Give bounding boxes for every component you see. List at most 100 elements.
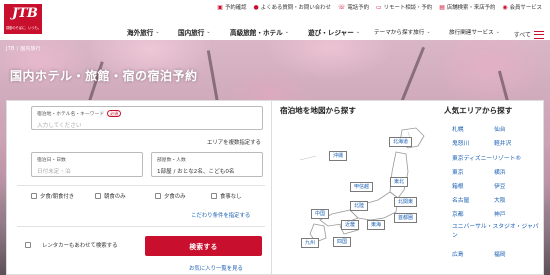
store-search-link[interactable]: ▤ 店舗検索・来店予約 [439,3,495,12]
separator [17,185,265,186]
map-honshu-north-shape [389,151,409,199]
panel-divider [271,101,272,275]
region-chugoku[interactable]: 中国 [311,209,330,219]
nav-overseas[interactable]: 海外旅行 ⌄ [127,27,160,37]
rooms-value: 1部屋 / おとな2名、こども0名 [157,169,235,175]
chevron-down-icon: ⌄ [284,29,289,35]
menu-button[interactable]: すべて [514,30,544,39]
store-icon: ▤ [439,3,445,11]
region-koshinetsu[interactable]: 甲信越 [350,182,374,192]
area-kinugawa[interactable]: 鬼怒川 [452,138,469,147]
rental-car-option[interactable]: レンタカーもあわせて検索する [25,241,117,249]
util-label: 会員サービス [509,5,542,11]
rooms-field[interactable]: 部屋数・人数 1部屋 / おとな2名、こども0名 [151,152,263,177]
region-shikoku[interactable]: 四国 [333,237,352,247]
region-okinawa[interactable]: 沖縄 [329,151,348,161]
chevron-down-icon: ⌄ [206,29,211,35]
area-hakone[interactable]: 箱根 [452,181,464,190]
nav-label: 遊び・レジャー [308,29,354,37]
member-service-link[interactable]: ◉ 会員サービス [502,3,542,12]
meal-option-dinner[interactable]: 夕食のみ [155,192,186,200]
area-tokyo[interactable]: 東京 [452,167,464,176]
area-karuizawa[interactable]: 軽井沢 [494,138,511,147]
page-title: 国内ホテル・旅館・宿の宿泊予約 [10,69,198,83]
monitor-icon: ▭ [375,3,382,11]
meal-label: 食事なし [220,194,242,200]
breadcrumb[interactable]: JTB ⟩ 国内旅行 [6,45,41,52]
detail-conditions-link[interactable]: こだわり条件を指定する [191,211,250,219]
area-kobe[interactable]: 神戸 [494,209,506,218]
region-hokkaido[interactable]: 北海道 [389,137,413,147]
faq-link[interactable]: ● よくある質問・お問い合わせ [253,3,331,12]
region-kyushu[interactable]: 九州 [301,238,320,248]
area-sapporo[interactable]: 札幌 [452,124,464,133]
keyword-placeholder: 入力してください [37,123,82,129]
area-sendai[interactable]: 仙台 [494,124,506,133]
region-tokai[interactable]: 東海 [367,220,386,230]
favorites-link[interactable]: お気に入り一覧を見る [189,264,243,272]
nav-luxury[interactable]: 高級旅館・ホテル ⌄ [230,27,289,37]
util-label: リモート相談・予約 [383,5,433,11]
checkbox[interactable] [211,193,217,199]
menu-label: すべて [513,32,531,39]
meal-label: 朝食のみ [104,194,126,200]
multi-area-link[interactable]: エリアを複数指定する [207,138,261,146]
phone-icon: ☏ [337,3,346,11]
date-field[interactable]: 宿泊日・日数 日付未定・泊 [31,152,143,177]
nav-leisure[interactable]: 遊び・レジャー ⌄ [308,27,360,37]
reservation-check-link[interactable]: ▣ 予約確認 [217,3,247,12]
region-shutoken[interactable]: 首都圏 [394,213,418,223]
search-button[interactable]: 検索する [145,236,262,256]
meal-option-none[interactable]: 食事なし [211,192,242,200]
nav-services[interactable]: 旅行関連サービス ⌄ [449,28,500,36]
area-usj[interactable]: ユニバーサル・スタジオ・ジャパン [452,223,540,241]
meal-option-breakfast[interactable]: 朝食のみ [95,192,126,200]
area-fukuoka[interactable]: 福岡 [494,249,506,258]
date-label: 宿泊日・日数 [37,158,66,163]
calendar-icon: ▣ [217,3,223,11]
nav-label: 国内旅行 [178,29,205,37]
area-hiroshima[interactable]: 広島 [452,249,464,258]
chevron-down-icon: ⌄ [355,29,361,35]
nav-label: 高級旅館・ホテル [230,29,283,37]
question-icon: ● [253,3,259,11]
area-izu[interactable]: 伊豆 [494,181,506,190]
hamburger-icon [534,30,544,39]
area-yokohama[interactable]: 横浜 [494,167,506,176]
area-nagoya[interactable]: 名古屋 [452,195,469,204]
keyword-input[interactable]: 宿泊地・ホテル名・キーワード 必須 入力してください [31,106,263,130]
chevron-down-icon: ⌄ [155,29,160,35]
remote-consult-link[interactable]: ▭ リモート相談・予約 [375,3,433,12]
phone-reservation-link[interactable]: ☏ 電話予約 [337,3,369,12]
checkbox[interactable] [25,242,31,248]
chevron-down-icon: ⌄ [426,29,431,35]
area-kyoto[interactable]: 京都 [452,209,464,218]
region-tohoku[interactable]: 東北 [390,177,409,187]
checkbox[interactable] [95,193,101,199]
map-title: 宿泊地を地図から探す [280,106,356,115]
checkbox[interactable] [31,193,37,199]
required-badge: 必須 [107,110,122,117]
region-kitakanto[interactable]: 北関東 [394,197,418,207]
meal-label: 夕食のみ [164,194,186,200]
global-nav: 海外旅行 ⌄ 国内旅行 ⌄ 高級旅館・ホテル ⌄ 遊び・レジャー ⌄ テーマから探す旅行… [0,18,550,39]
keyword-label-text: 宿泊地・ホテル名・キーワード [37,112,105,117]
checkbox[interactable] [155,193,161,199]
util-label: 予約確認 [224,5,247,11]
util-label: よくある質問・お問い合わせ [260,5,331,11]
separator [17,226,265,227]
region-hokuriku[interactable]: 北陸 [350,201,369,211]
meal-label: 夕食/朝食付き [40,194,75,200]
meal-option-both[interactable]: 夕食/朝食付き [31,192,74,200]
keyword-label: 宿泊地・ホテル名・キーワード 必須 [37,110,122,117]
nav-label: テーマから探す旅行 [374,30,425,36]
area-tokyo-disney-resort[interactable]: 東京ディズニーリゾート® [452,153,521,162]
tree-trunk [397,46,426,109]
rooms-label: 部屋数・人数 [157,158,186,163]
nav-theme[interactable]: テーマから探す旅行 ⌄ [374,28,431,36]
nav-domestic[interactable]: 国内旅行 ⌄ [178,27,211,37]
chevron-down-icon: ⌄ [495,29,500,35]
area-osaka[interactable]: 大阪 [494,195,506,204]
utility-bar: ▣ 予約確認 ● よくある質問・お問い合わせ ☏ 電話予約 ▭ リモート相談・予約 ▤ 店… [0,0,550,16]
region-kinki[interactable]: 近畿 [341,220,360,230]
